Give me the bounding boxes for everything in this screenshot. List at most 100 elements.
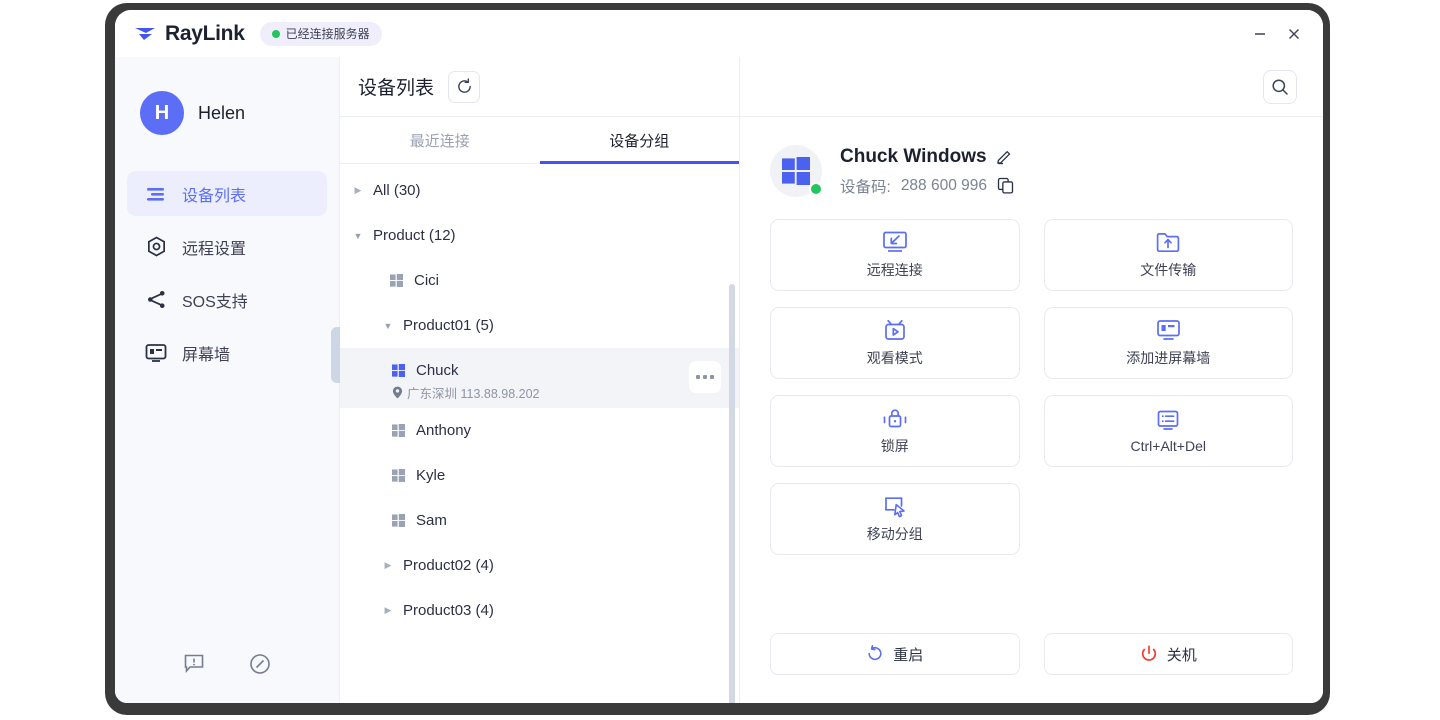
restart-icon xyxy=(866,645,884,663)
connection-status-badge: 已经连接服务器 xyxy=(259,21,382,46)
tree-item-label: Anthony xyxy=(416,422,472,439)
gear-hex-icon xyxy=(145,236,167,258)
watch-mode-icon xyxy=(883,319,907,343)
sidebar-bottom-actions xyxy=(115,653,339,703)
tree-item-label: Chuck xyxy=(416,362,459,379)
tree-item-label: Sam xyxy=(416,512,447,529)
tab-recent-connections[interactable]: 最近连接 xyxy=(340,117,540,163)
windows-icon xyxy=(392,469,405,482)
power-actions: 重启 关机 xyxy=(770,633,1293,675)
device-code-label: 设备码: xyxy=(840,178,891,196)
online-status-dot xyxy=(809,182,823,196)
device-name-row: Chuck Windows xyxy=(840,146,1014,168)
tree-item-label: All (30) xyxy=(373,182,421,199)
chevron-right-icon[interactable]: ▶ xyxy=(352,185,364,197)
chevron-right-icon[interactable]: ▶ xyxy=(382,560,394,572)
avatar: H xyxy=(140,91,184,135)
remote-connect-icon xyxy=(882,231,908,255)
location-pin-icon xyxy=(392,386,403,399)
device-list-scrollbar[interactable] xyxy=(729,284,735,703)
detail-content: Chuck Windows 设备码: 288 600 996 远程连接 文件传输… xyxy=(740,117,1323,703)
action-move-group[interactable]: 移动分组 xyxy=(770,483,1020,555)
tree-group-product03[interactable]: ▶ Product03 (4) xyxy=(340,588,739,633)
tree-device-chuck[interactable]: Chuck 广东深圳 113.88.98.202 xyxy=(340,348,739,408)
user-profile[interactable]: H Helen xyxy=(115,57,339,135)
refresh-button[interactable] xyxy=(448,70,481,103)
move-group-icon xyxy=(883,495,907,519)
connection-status-text: 已经连接服务器 xyxy=(285,27,370,41)
chevron-down-icon[interactable]: ▼ xyxy=(352,230,364,242)
file-transfer-icon xyxy=(1156,231,1180,255)
device-detail-panel: Chuck Windows 设备码: 288 600 996 远程连接 文件传输… xyxy=(740,57,1323,703)
chevron-right-icon[interactable]: ▶ xyxy=(382,605,394,617)
add-to-screenwall-icon xyxy=(1156,319,1181,343)
tab-device-groups[interactable]: 设备分组 xyxy=(539,117,740,164)
action-label: Ctrl+Alt+Del xyxy=(1130,437,1206,454)
close-button[interactable] xyxy=(1279,20,1309,48)
sidebar-item-sos-support[interactable]: SOS支持 xyxy=(127,277,327,322)
action-ctrl-alt-del[interactable]: Ctrl+Alt+Del xyxy=(1043,395,1293,467)
device-info: Chuck Windows 设备码: 288 600 996 xyxy=(840,146,1014,197)
tree-group-product01[interactable]: ▼ Product01 (5) xyxy=(340,303,739,348)
sidebar-item-device-list[interactable]: 设备列表 xyxy=(127,171,327,216)
device-header: Chuck Windows 设备码: 288 600 996 xyxy=(770,145,1293,197)
tree-device-sam[interactable]: Sam xyxy=(340,498,739,543)
tree-device-kyle[interactable]: Kyle xyxy=(340,453,739,498)
window-body: H Helen 设备列表 远程设置 SOS支持 屏幕墙 设备列表 最近连接 设备… xyxy=(115,57,1323,703)
action-label: 观看模式 xyxy=(866,349,923,366)
app-window-frame: RayLink 已经连接服务器 H Helen 设备列表 远程设置 SOS支持 … xyxy=(105,3,1330,715)
action-label: 锁屏 xyxy=(880,437,909,454)
device-name: Chuck Windows xyxy=(840,145,987,167)
feedback-icon[interactable] xyxy=(183,653,205,675)
action-lock-screen[interactable]: 锁屏 xyxy=(770,395,1020,467)
tree-group-product02[interactable]: ▶ Product02 (4) xyxy=(340,543,739,588)
status-dot-icon xyxy=(271,29,280,38)
tree-item-label: Product01 (5) xyxy=(403,317,494,334)
chevron-down-icon[interactable]: ▼ xyxy=(382,320,394,332)
copy-icon[interactable] xyxy=(997,177,1014,194)
sidebar-item-remote-settings[interactable]: 远程设置 xyxy=(127,224,327,269)
compass-icon[interactable] xyxy=(249,653,271,675)
sidebar-item-label: 屏幕墙 xyxy=(182,346,231,364)
lock-screen-icon xyxy=(882,407,908,431)
ctrl-alt-del-icon xyxy=(1156,409,1180,433)
device-tree: ▶ All (30) ▼ Product (12) Cici ▼ Product… xyxy=(340,164,739,703)
tree-device-anthony[interactable]: Anthony xyxy=(340,408,739,453)
action-file-transfer[interactable]: 文件传输 xyxy=(1043,219,1293,291)
page-title: 设备列表 xyxy=(358,78,435,99)
device-code-value: 288 600 996 xyxy=(900,176,988,194)
action-watch-mode[interactable]: 观看模式 xyxy=(770,307,1020,379)
list-lines-icon xyxy=(145,183,167,205)
app-logo-text: RayLink xyxy=(165,21,245,45)
tree-item-label: Product02 (4) xyxy=(403,557,494,574)
action-label: 添加进屏幕墙 xyxy=(1126,349,1211,366)
title-bar: RayLink 已经连接服务器 xyxy=(115,10,1323,57)
window-controls xyxy=(1245,20,1309,48)
share-nodes-icon xyxy=(145,289,167,311)
sidebar-item-screen-wall[interactable]: 屏幕墙 xyxy=(127,330,327,375)
app-logo: RayLink xyxy=(133,22,245,46)
action-label: 移动分组 xyxy=(866,525,923,542)
minimize-button[interactable] xyxy=(1245,20,1275,48)
windows-icon xyxy=(390,274,403,287)
search-button[interactable] xyxy=(1263,69,1297,104)
device-location: 广东深圳 113.88.98.202 xyxy=(392,383,539,402)
action-remote-connect[interactable]: 远程连接 xyxy=(770,219,1020,291)
tree-device-cici[interactable]: Cici xyxy=(340,258,739,303)
power-icon xyxy=(1140,645,1158,663)
restart-button[interactable]: 重启 xyxy=(770,633,1020,675)
close-icon xyxy=(1289,28,1299,39)
pencil-edit-icon[interactable] xyxy=(996,148,1013,165)
tree-item-label: Cici xyxy=(414,272,439,289)
user-name: Helen xyxy=(198,102,246,123)
action-add-to-screenwall[interactable]: 添加进屏幕墙 xyxy=(1043,307,1293,379)
tree-group-all[interactable]: ▶ All (30) xyxy=(340,168,739,213)
tree-group-product[interactable]: ▼ Product (12) xyxy=(340,213,739,258)
minimize-icon xyxy=(1255,32,1265,35)
tree-item-label: Product03 (4) xyxy=(403,602,494,619)
shutdown-button[interactable]: 关机 xyxy=(1043,633,1293,675)
windows-logo-icon xyxy=(782,157,810,185)
panel-collapse-handle[interactable] xyxy=(331,327,340,383)
device-more-button[interactable] xyxy=(689,361,721,393)
sidebar: H Helen 设备列表 远程设置 SOS支持 屏幕墙 xyxy=(115,57,340,703)
